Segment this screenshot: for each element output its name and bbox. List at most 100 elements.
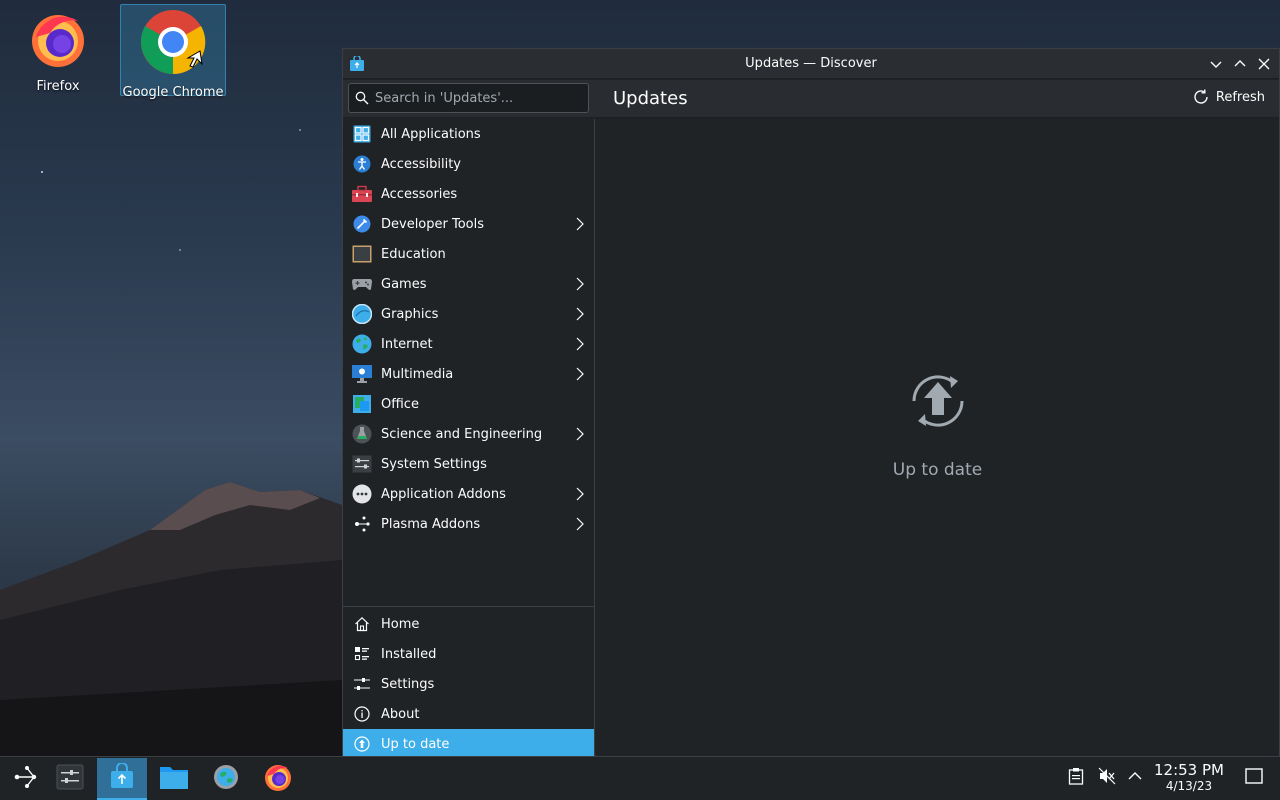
chevron-right-icon — [576, 487, 584, 505]
nav-label: Settings — [381, 676, 435, 692]
nav-label: Installed — [381, 646, 437, 662]
desktop-icon-firefox[interactable]: Firefox — [5, 4, 111, 96]
nav-update-status[interactable]: Up to date — [343, 729, 594, 759]
nav-about[interactable]: About — [343, 699, 594, 729]
nav-settings[interactable]: Settings — [343, 669, 594, 699]
task-file-manager[interactable] — [149, 758, 199, 800]
category-list: All Applications Accessibility Accessori… — [343, 119, 594, 539]
clipboard-button[interactable] — [1068, 767, 1084, 785]
window-titlebar[interactable]: Updates — Discover — [343, 49, 1279, 79]
task-settings-icon — [56, 764, 84, 794]
search-field[interactable] — [348, 83, 589, 113]
window-toolbar: Updates Refresh — [343, 80, 1279, 118]
multimedia-icon — [351, 363, 373, 385]
gamepad-icon — [351, 273, 373, 295]
nav-label: Home — [381, 616, 420, 632]
refresh-label: Refresh — [1215, 89, 1265, 105]
grid-icon — [351, 123, 373, 145]
category-label: Plasma Addons — [381, 516, 481, 532]
category-graphics[interactable]: Graphics — [343, 299, 594, 329]
category-accessories[interactable]: Accessories — [343, 179, 594, 209]
task-discover[interactable] — [97, 758, 147, 800]
globe-icon — [351, 333, 373, 355]
volume-button[interactable] — [1098, 767, 1116, 785]
category-label: Accessories — [381, 186, 458, 202]
category-multimedia[interactable]: Multimedia — [343, 359, 594, 389]
updates-content: Up to date — [596, 119, 1279, 756]
chalkboard-icon — [351, 243, 373, 265]
category-label: System Settings — [381, 456, 487, 472]
refresh-button[interactable]: Refresh — [1192, 88, 1265, 106]
nav-installed[interactable]: Installed — [343, 639, 594, 669]
expand-tray-button[interactable] — [1128, 767, 1142, 785]
category-office[interactable]: Office — [343, 389, 594, 419]
category-science-and-engineering[interactable]: Science and Engineering — [343, 419, 594, 449]
firefox-icon — [263, 762, 293, 796]
page-title: Updates — [613, 88, 688, 109]
taskbar: 12:53 PM 4/13/23 — [0, 756, 1280, 800]
installed-icon — [351, 643, 373, 665]
chevron-down-icon — [1210, 61, 1222, 68]
category-label: Developer Tools — [381, 216, 485, 232]
category-system-settings[interactable]: System Settings — [343, 449, 594, 479]
discover-icon — [109, 762, 135, 793]
category-internet[interactable]: Internet — [343, 329, 594, 359]
category-education[interactable]: Education — [343, 239, 594, 269]
category-label: Internet — [381, 336, 433, 352]
search-icon — [355, 91, 369, 105]
discover-icon — [349, 54, 365, 76]
accessibility-icon — [351, 153, 373, 175]
category-accessibility[interactable]: Accessibility — [343, 149, 594, 179]
chevron-right-icon — [576, 427, 584, 445]
category-label: Office — [381, 396, 419, 412]
minimize-button[interactable] — [1207, 55, 1225, 73]
chevron-right-icon — [576, 517, 584, 535]
developer-tools-icon — [351, 213, 373, 235]
chevron-up-icon — [1234, 60, 1246, 67]
desktop-icon-google-chrome[interactable]: Google Chrome — [120, 4, 226, 100]
show-desktop-button[interactable] — [1245, 767, 1263, 785]
update-status-icon — [351, 733, 373, 755]
maximize-button[interactable] — [1231, 55, 1249, 73]
task-firefox[interactable] — [253, 758, 303, 800]
plasma-icon — [351, 513, 373, 535]
chrome-icon — [140, 9, 206, 79]
task-system-settings[interactable] — [201, 758, 251, 800]
graphics-icon — [351, 303, 373, 325]
flask-icon — [351, 423, 373, 445]
volume-muted-icon — [1098, 767, 1116, 785]
clock[interactable]: 12:53 PM 4/13/23 — [1150, 761, 1228, 793]
search-input[interactable] — [375, 90, 575, 106]
category-application-addons[interactable]: Application Addons — [343, 479, 594, 509]
category-all-applications[interactable]: All Applications — [343, 119, 594, 149]
update-arrow-icon — [904, 367, 972, 439]
category-label: Science and Engineering — [381, 426, 543, 442]
category-games[interactable]: Games — [343, 269, 594, 299]
category-label: All Applications — [381, 126, 481, 142]
system-settings-icon — [212, 763, 240, 795]
settings-sliders-icon — [351, 673, 373, 695]
system-settings-icon — [351, 453, 373, 475]
desktop-icon-label: Google Chrome — [122, 85, 224, 100]
category-label: Application Addons — [381, 486, 506, 502]
refresh-icon — [1194, 89, 1208, 104]
category-plasma-addons[interactable]: Plasma Addons — [343, 509, 594, 539]
file-manager-icon — [159, 764, 189, 794]
task-settings[interactable] — [45, 758, 95, 800]
sidebar: All Applications Accessibility Accessori… — [343, 119, 595, 759]
addons-icon — [351, 483, 373, 505]
category-developer-tools[interactable]: Developer Tools — [343, 209, 594, 239]
close-button[interactable] — [1255, 55, 1273, 73]
firefox-icon — [28, 9, 88, 73]
nav-home[interactable]: Home — [343, 609, 594, 639]
category-label: Graphics — [381, 306, 439, 322]
application-launcher-button[interactable] — [0, 758, 50, 800]
window-title: Updates — Discover — [745, 56, 877, 71]
navigation-list: Home Installed Settings About Up to date — [343, 606, 594, 759]
discover-window: Updates — Discover Updates Refresh — [342, 48, 1280, 759]
show-desktop-icon — [1245, 768, 1263, 784]
chevron-right-icon — [576, 307, 584, 325]
clipboard-icon — [1068, 768, 1084, 785]
chevron-right-icon — [576, 367, 584, 385]
clock-time: 12:53 PM — [1154, 761, 1224, 779]
